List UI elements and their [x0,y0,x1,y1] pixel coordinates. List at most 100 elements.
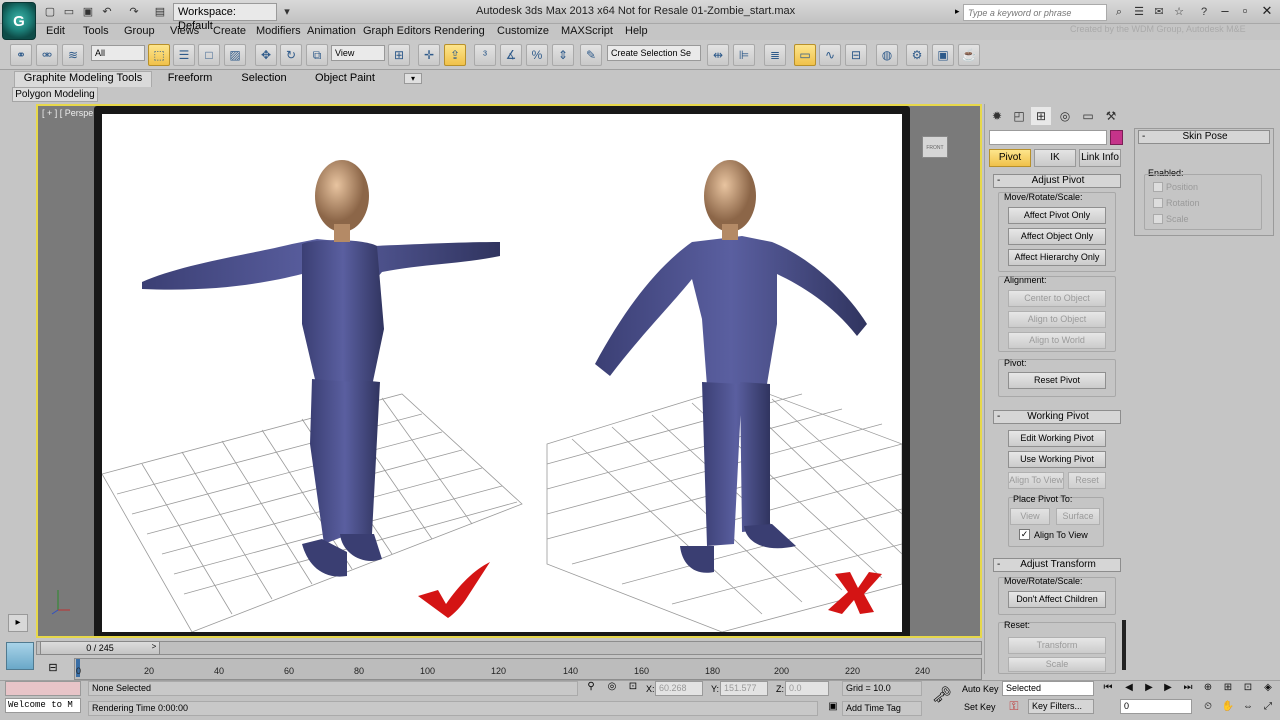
position-checkbox[interactable] [1153,182,1163,192]
select-object-icon[interactable]: ⬚ [148,44,170,66]
key-mode-select[interactable]: Selected [1002,681,1094,696]
viewcube-icon[interactable]: FRONT [922,136,948,158]
chevron-right-icon[interactable]: ▸ [955,6,960,17]
curve-editor-icon[interactable]: ∿ [819,44,841,66]
perspective-viewport[interactable]: [ + ] [ Perspe FRONT [36,104,982,638]
object-color-swatch[interactable] [1110,130,1123,145]
tab-graphite-modeling-tools[interactable]: Graphite Modeling Tools [14,71,152,87]
affect-hierarchy-only-button[interactable]: Affect Hierarchy Only [1008,249,1106,266]
menu-tools[interactable]: Tools [83,24,109,39]
zoom-all-icon[interactable]: ⊞ [1218,680,1238,696]
workspace-select[interactable]: Workspace: Default [173,3,277,32]
menu-rendering[interactable]: Rendering [434,24,485,39]
app-logo-icon[interactable]: G [2,2,36,40]
goto-start-icon[interactable]: ⏮ [1098,680,1118,696]
working-pivot-rollout[interactable]: - Working Pivot [993,410,1121,424]
layer-manager-icon[interactable]: ≣ [764,44,786,66]
save-file-icon[interactable]: ▣ [80,4,96,20]
scale-checkbox[interactable] [1153,214,1163,224]
working-pivot-reset-button[interactable]: Reset [1068,472,1106,489]
affect-object-only-button[interactable]: Affect Object Only [1008,228,1106,245]
hierarchy-tab-icon[interactable]: ⊞ [1031,107,1051,125]
add-time-tag[interactable]: Add Time Tag [842,701,922,716]
unlink-icon[interactable]: ⚮ [36,44,58,66]
time-slider-track[interactable] [36,641,982,655]
spinner-snap-icon[interactable]: ⇕ [552,44,574,66]
menu-edit[interactable]: Edit [46,24,65,39]
pivot-button[interactable]: Pivot [989,149,1031,167]
undo-icon[interactable]: ↶ [99,4,115,20]
sub-tab-polygon-modeling[interactable]: Polygon Modeling [12,87,98,102]
prev-frame-button[interactable]: ◀ [1119,680,1139,696]
select-manipulate-icon[interactable]: ✛ [418,44,440,66]
select-by-name-icon[interactable]: ☰ [173,44,195,66]
play-icon[interactable]: ▶ [1139,680,1159,696]
edit-working-pivot-button[interactable]: Edit Working Pivot [1008,430,1106,447]
new-file-icon[interactable]: ▢ [42,4,58,20]
hold-icon[interactable]: ▤ [152,4,168,20]
next-frame-icon[interactable]: > [148,642,160,654]
region-select-icon[interactable]: □ [198,44,220,66]
maxscript-listener-top[interactable] [5,681,81,696]
place-pivot-surface-button[interactable]: Surface [1056,508,1100,525]
adjust-transform-rollout[interactable]: - Adjust Transform [993,558,1121,572]
edit-named-selection-icon[interactable]: ✎ [580,44,602,66]
orbit-icon[interactable]: ◈ [1258,680,1278,696]
goto-end-icon[interactable]: ⏭ [1178,680,1198,696]
keyboard-shortcut-override-icon[interactable]: ⇪ [444,44,466,66]
mini-curve-editor-icon[interactable] [6,642,34,670]
display-tab-icon[interactable]: ▭ [1078,107,1098,125]
selection-filter-select[interactable]: All [91,45,145,61]
link-icon[interactable]: ⚭ [10,44,32,66]
z-coordinate-field[interactable]: 0.0 [785,681,829,696]
menu-maxscript[interactable]: MAXScript [561,24,613,39]
isolate-icon[interactable]: ◎ [605,681,619,695]
zoom-extents-icon[interactable]: ⊕ [1198,680,1218,696]
link-info-button[interactable]: Link Info [1079,149,1121,167]
utilities-tab-icon[interactable]: ⚒ [1101,107,1121,125]
rotation-checkbox[interactable] [1153,198,1163,208]
schematic-view-icon[interactable]: ⊟ [845,44,867,66]
align-icon[interactable]: ⊫ [733,44,755,66]
mirror-icon[interactable]: ⇹ [707,44,729,66]
menu-graph-editors[interactable]: Graph Editors [363,24,431,39]
align-to-world-button[interactable]: Align to World [1008,332,1106,349]
adjust-pivot-rollout[interactable]: - Adjust Pivot [993,174,1121,188]
track-bar-icon[interactable]: ⊟ [44,660,62,676]
place-pivot-view-button[interactable]: View [1010,508,1050,525]
search-input[interactable]: Type a keyword or phrase [963,4,1107,21]
current-frame-field[interactable]: 0 [1120,699,1192,714]
communication-icon[interactable]: ✉ [1151,4,1167,20]
menu-group[interactable]: Group [124,24,155,39]
dont-affect-children-button[interactable]: Don't Affect Children [1008,591,1106,608]
set-key-icon[interactable]: ⚿ [1004,699,1024,715]
time-slider[interactable]: 0 / 245 [40,641,160,655]
center-to-object-button[interactable]: Center to Object [1008,290,1106,307]
pivot-center-icon[interactable]: ⊞ [388,44,410,66]
render-production-icon[interactable]: ☕ [958,44,980,66]
lock-icon[interactable]: ⚲ [584,681,598,695]
absolute-mode-icon[interactable]: ⊡ [626,681,640,695]
object-name-field[interactable] [989,130,1107,145]
subscription-icon[interactable]: ☰ [1131,4,1147,20]
menu-help[interactable]: Help [625,24,648,39]
rendered-frame-window-icon[interactable]: ▣ [932,44,954,66]
menu-customize[interactable]: Customize [497,24,549,39]
maximize-viewport-icon[interactable]: ⤢ [1258,699,1278,715]
maxscript-listener[interactable]: Welcome to M [5,698,81,713]
redo-icon[interactable]: ↷ [126,4,142,20]
pan-view-icon[interactable]: ✋ [1218,699,1238,715]
time-tag-icon[interactable]: ▣ [826,701,840,715]
reference-coordinate-select[interactable]: View [331,45,385,61]
align-to-view-button[interactable]: Align To View [1008,472,1064,489]
percent-snap-icon[interactable]: % [526,44,548,66]
open-file-icon[interactable]: ▭ [61,4,77,20]
x-coordinate-field[interactable]: 60.268 [655,681,703,696]
viewport-layout-icon[interactable]: ▸ [8,614,28,632]
material-editor-icon[interactable]: ◍ [876,44,898,66]
close-button[interactable]: ✕ [1254,1,1280,21]
render-setup-icon[interactable]: ⚙ [906,44,928,66]
y-coordinate-field[interactable]: 151.577 [720,681,768,696]
snaps-toggle-icon[interactable]: ³ [474,44,496,66]
window-crossing-icon[interactable]: ▨ [224,44,246,66]
